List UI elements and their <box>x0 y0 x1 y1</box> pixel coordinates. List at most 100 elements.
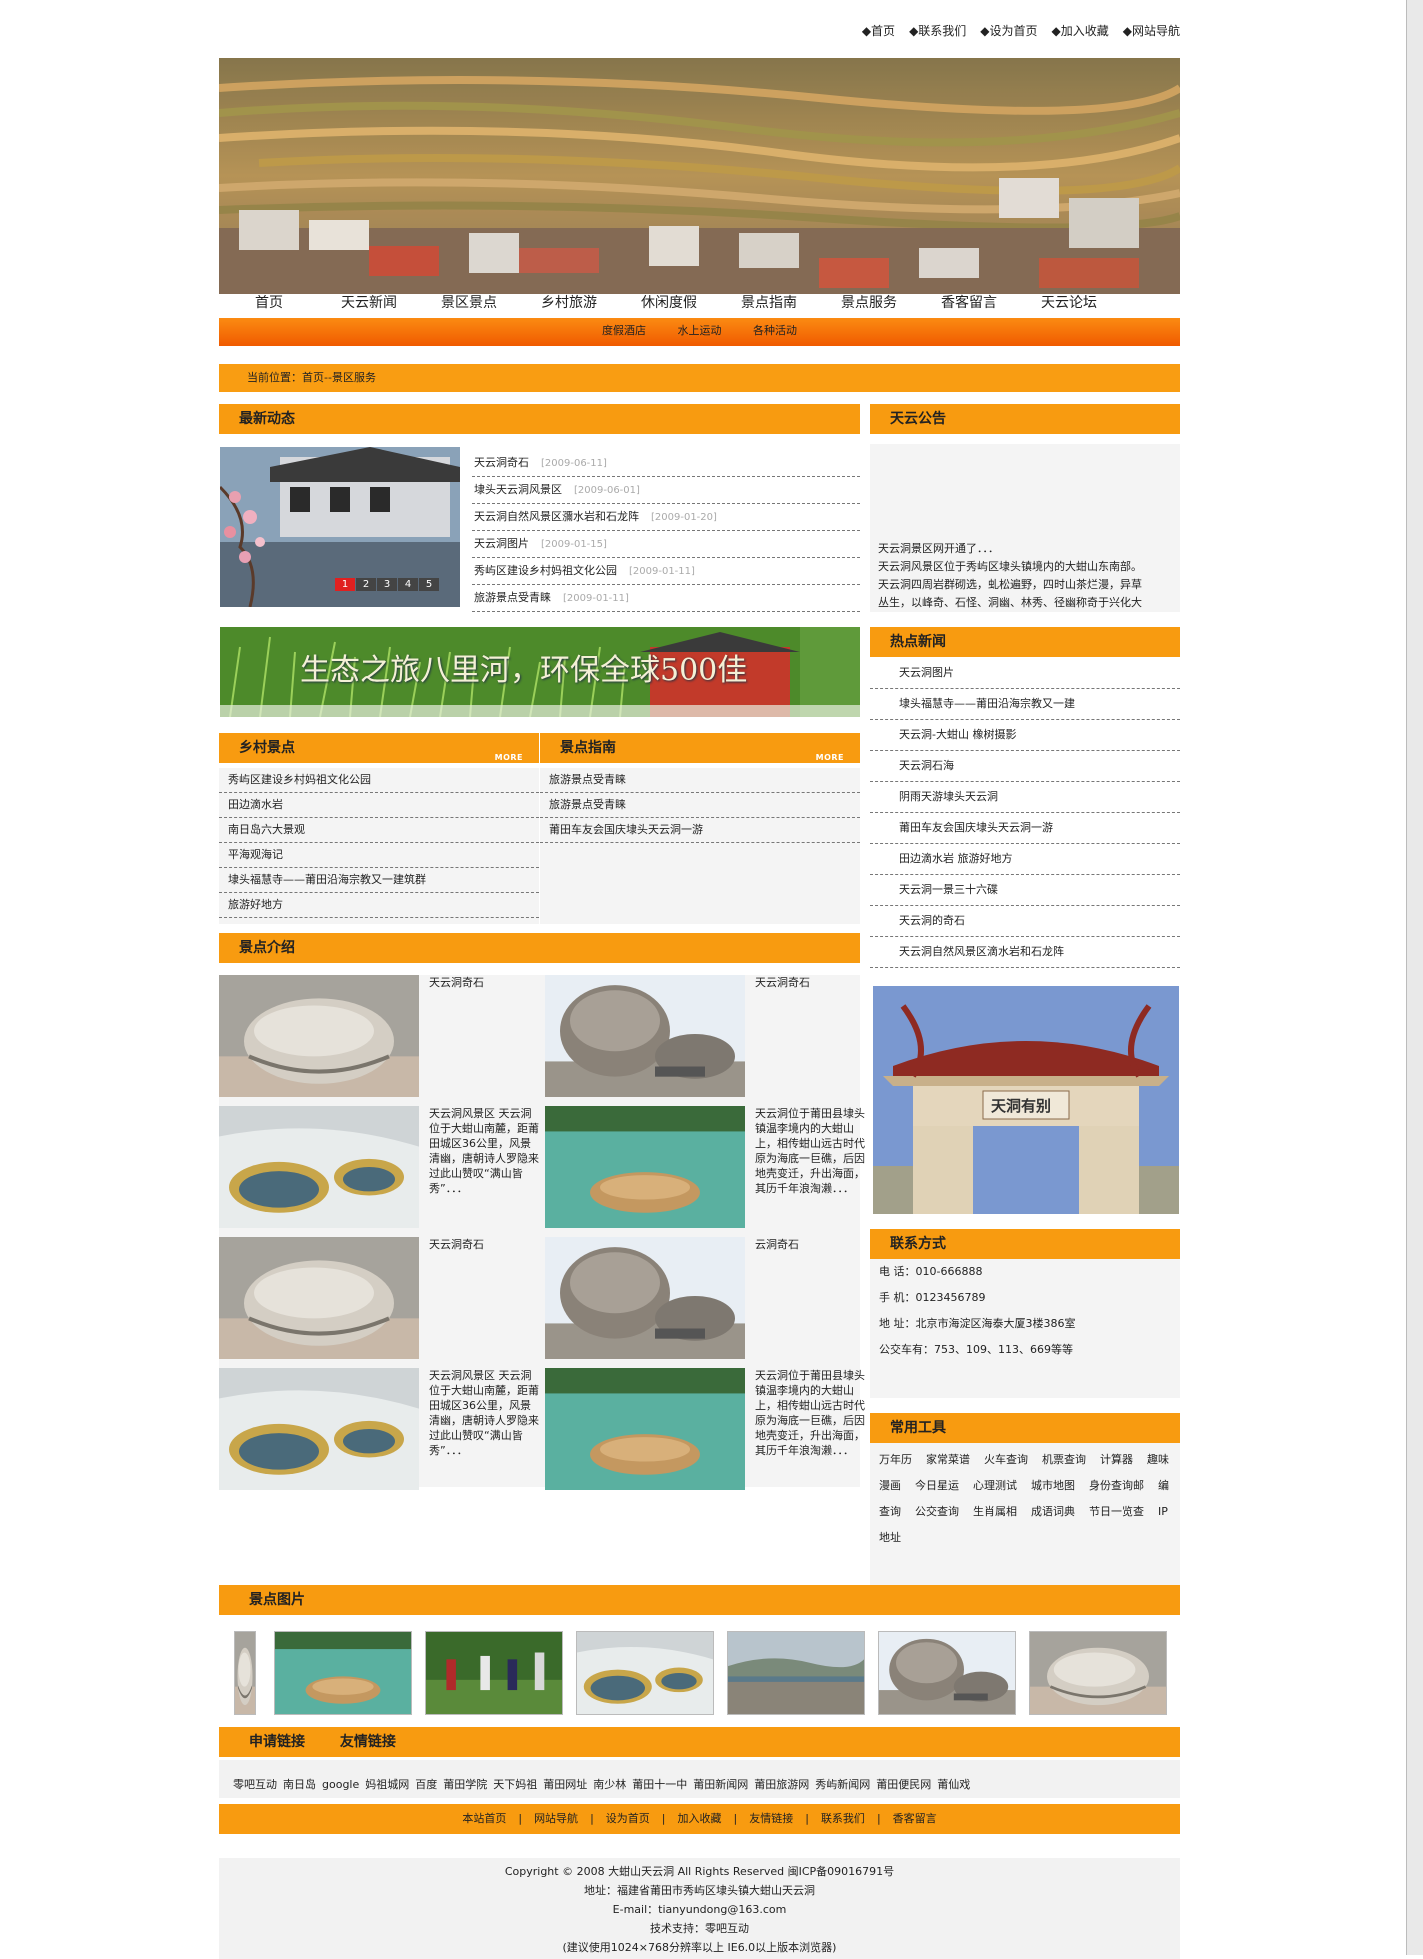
list-item[interactable]: 天云洞石海 <box>870 751 1180 782</box>
latest-news-photo[interactable]: 1 2 3 4 5 <box>220 447 460 607</box>
tool-link[interactable]: 机票查询 <box>1042 1453 1086 1466</box>
friend-link[interactable]: 南日岛 <box>283 1778 316 1791</box>
intro-caption[interactable]: 天云洞奇石 <box>429 1237 539 1359</box>
nav-service[interactable]: 景点服务 <box>819 295 919 317</box>
page-2-button[interactable]: 2 <box>356 578 376 591</box>
friend-link[interactable]: 莆田新闻网 <box>693 1778 748 1791</box>
tool-link[interactable]: 节日一览查 <box>1089 1505 1144 1518</box>
tool-link[interactable]: 火车查询 <box>984 1453 1028 1466</box>
friend-link[interactable]: google <box>322 1778 359 1791</box>
list-item[interactable]: 田边滴水岩 旅游好地方 <box>870 844 1180 875</box>
intro-card[interactable]: 天云洞位于莆田县埭头镇温李境内的大蚶山上，相传蚶山远古时代原为海底一巨礁，后因地… <box>545 1368 865 1490</box>
news-title[interactable]: 天云洞图片 <box>474 537 529 550</box>
subnav-watersports[interactable]: 水上运动 <box>678 324 722 337</box>
nav-news[interactable]: 天云新闻 <box>319 295 419 317</box>
list-item[interactable]: 埭头福慧寺——莆田沿海宗教又一建 <box>870 689 1180 720</box>
news-title[interactable]: 天云洞自然风景区瀰水岩和石龙阵 <box>474 510 639 523</box>
nav-leisure[interactable]: 休闲度假 <box>619 295 719 317</box>
bottom-link-contact[interactable]: 联系我们 <box>821 1812 865 1825</box>
nav-home[interactable]: 首页 <box>219 295 319 317</box>
subnav-activities[interactable]: 各种活动 <box>753 324 797 337</box>
list-item[interactable]: 埭头福慧寺——莆田沿海宗教又一建筑群 <box>219 868 539 893</box>
tool-link[interactable]: 家常菜谱 <box>926 1453 970 1466</box>
intro-photo[interactable] <box>219 975 419 1097</box>
friend-link[interactable]: 莆田旅游网 <box>754 1778 809 1791</box>
list-item[interactable]: 阴雨天游埭头天云洞 <box>870 782 1180 813</box>
tool-link[interactable]: 身份查询邮 <box>1089 1479 1144 1492</box>
tool-link[interactable]: 万年历 <box>879 1453 912 1466</box>
list-item[interactable]: 莆田车友会国庆埭头天云洞一游 <box>540 818 860 843</box>
list-item[interactable]: 埭头天云洞风景区 [2009-06-01] <box>472 477 860 504</box>
intro-card[interactable]: 天云洞奇石 <box>219 1237 539 1359</box>
page-3-button[interactable]: 3 <box>377 578 397 591</box>
list-item[interactable]: 天云洞奇石 [2009-06-11] <box>472 450 860 477</box>
intro-card[interactable]: 云洞奇石 <box>545 1237 865 1359</box>
tool-link[interactable]: 今日星运 <box>915 1479 959 1492</box>
intro-photo[interactable] <box>545 1368 745 1490</box>
intro-caption[interactable]: 天云洞风景区 天云洞位于大蚶山南麓，距莆田城区36公里，风景清幽，唐朝诗人罗隐来… <box>429 1368 539 1490</box>
gallery-photo[interactable] <box>878 1631 1016 1715</box>
window-scrollbar-edge[interactable] <box>1406 0 1423 1955</box>
nav-guide[interactable]: 景点指南 <box>719 295 819 317</box>
bottom-link-favorite[interactable]: 加入收藏 <box>678 1812 722 1825</box>
top-link-sethome[interactable]: ◆设为首页 <box>980 24 1037 38</box>
tool-link[interactable]: 公交查询 <box>915 1505 959 1518</box>
gallery-photo[interactable] <box>274 1631 412 1715</box>
bottom-link-sitemap[interactable]: 网站导航 <box>534 1812 578 1825</box>
intro-photo[interactable] <box>545 975 745 1097</box>
news-title[interactable]: 秀屿区建设乡村妈祖文化公园 <box>474 564 617 577</box>
ad-banner[interactable]: 生态之旅八里河，环保全球500佳 <box>220 627 860 717</box>
list-item[interactable]: 旅游好地方 <box>219 893 539 918</box>
intro-caption[interactable]: 云洞奇石 <box>755 1237 865 1359</box>
list-item[interactable]: 旅游景点受青睐 <box>540 768 860 793</box>
intro-caption[interactable]: 天云洞位于莆田县埭头镇温李境内的大蚶山上，相传蚶山远古时代原为海底一巨礁，后因地… <box>755 1106 865 1228</box>
intro-photo[interactable] <box>545 1237 745 1359</box>
tab-friend-links[interactable]: 友情链接 <box>340 1734 396 1750</box>
intro-photo[interactable] <box>219 1106 419 1228</box>
bottom-link-friends[interactable]: 友情链接 <box>749 1812 793 1825</box>
gallery-photo[interactable] <box>234 1631 256 1715</box>
nav-rural[interactable]: 乡村旅游 <box>519 295 619 317</box>
top-link-sitemap[interactable]: ◆网站导航 <box>1123 24 1180 38</box>
news-title[interactable]: 天云洞奇石 <box>474 456 529 469</box>
gallery-photo[interactable] <box>425 1631 563 1715</box>
friend-link[interactable]: 莆田十一中 <box>632 1778 687 1791</box>
intro-card[interactable]: 天云洞奇石 <box>219 975 539 1097</box>
nav-guestbook[interactable]: 香客留言 <box>919 295 1019 317</box>
bottom-link-home[interactable]: 本站首页 <box>462 1812 506 1825</box>
intro-card[interactable]: 天云洞风景区 天云洞位于大蚶山南麓，距莆田城区36公里，风景清幽，唐朝诗人罗隐来… <box>219 1106 539 1228</box>
tab-apply-link[interactable]: 申请链接 <box>249 1734 305 1750</box>
list-item[interactable]: 旅游景点受青睐 <box>540 793 860 818</box>
gallery-photo[interactable] <box>727 1631 865 1715</box>
top-link-favorite[interactable]: ◆加入收藏 <box>1052 24 1109 38</box>
list-item[interactable]: 旅游景点受青睐 [2009-01-11] <box>472 585 860 612</box>
list-item[interactable]: 天云洞图片 <box>870 658 1180 689</box>
list-item[interactable]: 秀屿区建设乡村妈祖文化公园 <box>219 768 539 793</box>
list-item[interactable]: 南日岛六大景观 <box>219 818 539 843</box>
friend-link[interactable]: 南少林 <box>593 1778 626 1791</box>
list-item[interactable]: 天云洞-大蚶山 橡树摄影 <box>870 720 1180 751</box>
friend-link[interactable]: 零吧互动 <box>233 1778 277 1791</box>
friend-link[interactable]: 莆田便民网 <box>876 1778 931 1791</box>
subnav-hotel[interactable]: 度假酒店 <box>602 324 646 337</box>
list-item[interactable]: 天云洞自然风景区瀰水岩和石龙阵 [2009-01-20] <box>472 504 860 531</box>
news-title[interactable]: 埭头天云洞风景区 <box>474 483 562 496</box>
intro-caption[interactable]: 天云洞风景区 天云洞位于大蚶山南麓，距莆田城区36公里，风景清幽，唐朝诗人罗隐来… <box>429 1106 539 1228</box>
page-1-button[interactable]: 1 <box>335 578 355 591</box>
top-link-home[interactable]: ◆首页 <box>862 24 895 38</box>
intro-caption[interactable]: 天云洞奇石 <box>429 975 539 1097</box>
list-item[interactable]: 田边滴水岩 <box>219 793 539 818</box>
page-5-button[interactable]: 5 <box>419 578 439 591</box>
friend-link[interactable]: 天下妈祖 <box>493 1778 537 1791</box>
friend-link[interactable]: 秀屿新闻网 <box>815 1778 870 1791</box>
intro-photo[interactable] <box>219 1368 419 1490</box>
pavilion-gate-photo[interactable]: 天洞有别 <box>873 986 1179 1214</box>
tool-link[interactable]: 心理测试 <box>973 1479 1017 1492</box>
intro-caption[interactable]: 天云洞奇石 <box>755 975 865 1097</box>
bottom-link-sethome[interactable]: 设为首页 <box>606 1812 650 1825</box>
intro-card[interactable]: 天云洞风景区 天云洞位于大蚶山南麓，距莆田城区36公里，风景清幽，唐朝诗人罗隐来… <box>219 1368 539 1490</box>
list-item[interactable]: 莆田车友会国庆埭头天云洞一游 <box>870 813 1180 844</box>
list-item[interactable]: 天云洞图片 [2009-01-15] <box>472 531 860 558</box>
tool-link[interactable]: 城市地图 <box>1031 1479 1075 1492</box>
nav-scenic[interactable]: 景区景点 <box>419 295 519 317</box>
